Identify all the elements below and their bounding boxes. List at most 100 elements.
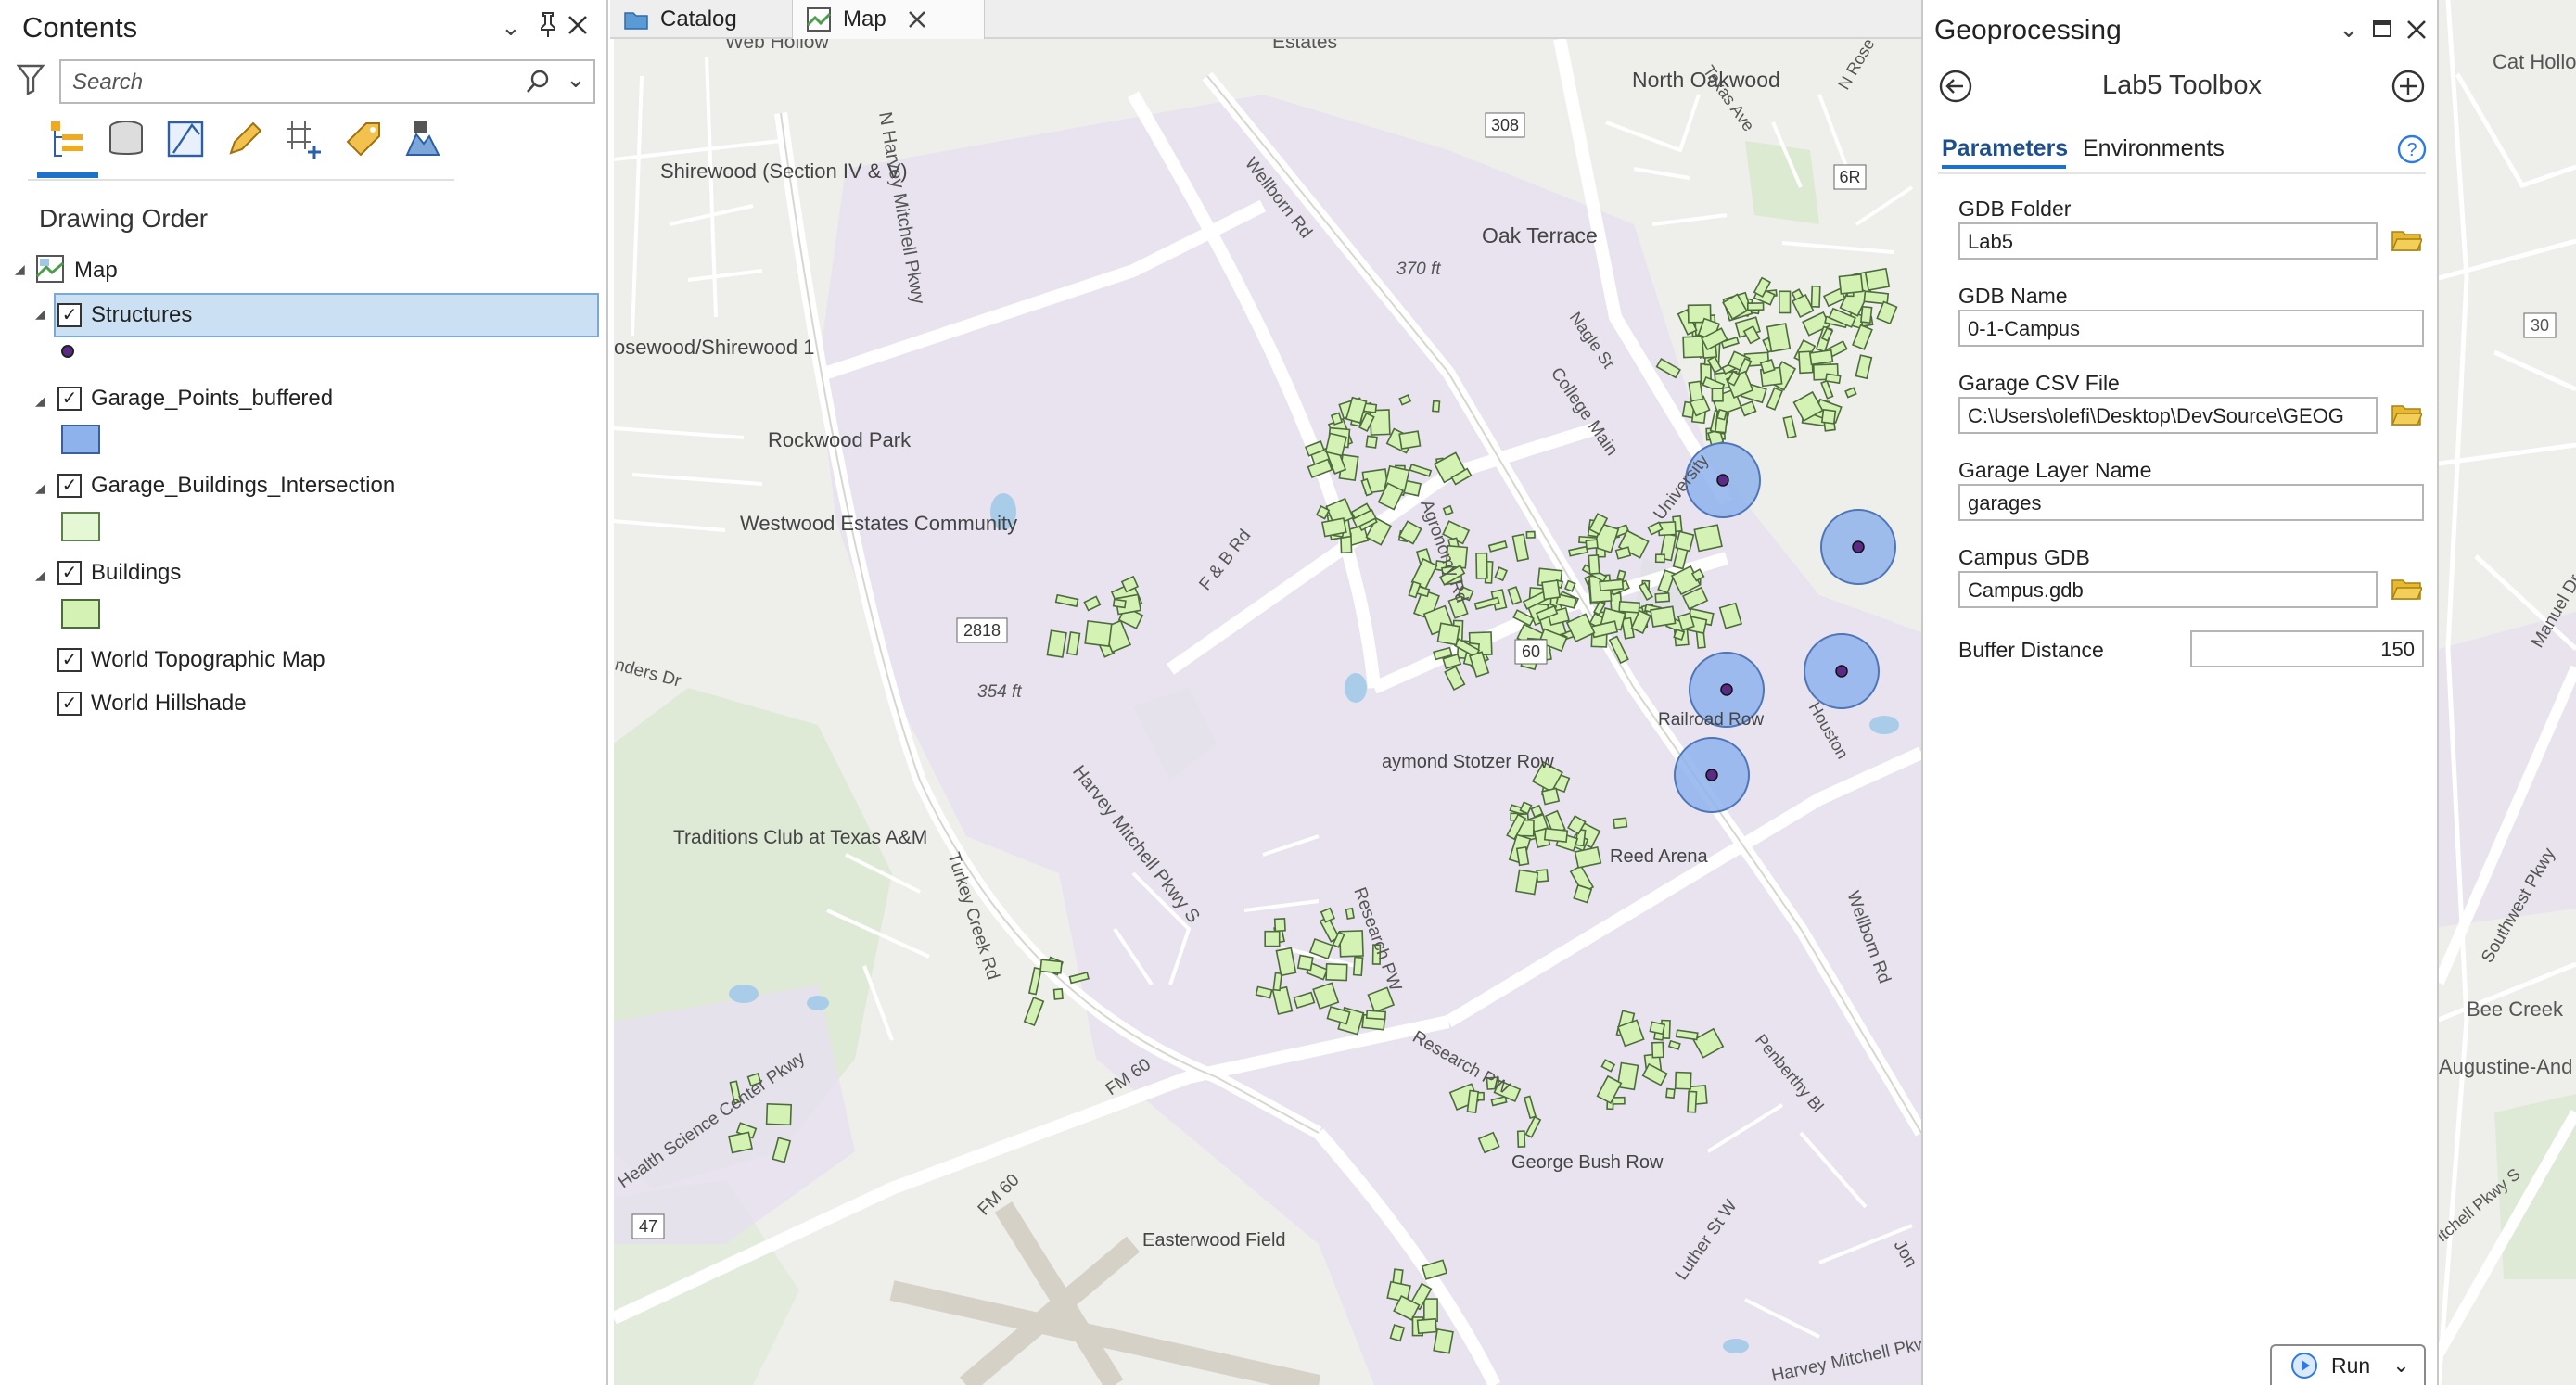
run-button[interactable]: Run ⌄ [2270,1344,2426,1385]
garage-buffer[interactable] [1820,509,1896,585]
garage-buffer[interactable] [1674,737,1750,813]
building-footprint[interactable] [1687,1090,1698,1113]
building-footprint[interactable] [1852,324,1873,350]
garage-layer-name-input[interactable]: garages [1958,484,2424,521]
building-footprint[interactable] [1466,1089,1480,1113]
building-footprint[interactable] [1320,517,1347,538]
building-footprint[interactable] [1324,432,1347,457]
building-footprint[interactable] [1536,869,1549,883]
building-footprint[interactable] [1665,1087,1676,1099]
close-pane-icon[interactable] [566,13,590,42]
pane-options-chevron-icon[interactable]: ⌄ [2339,15,2359,44]
browse-folder-icon[interactable] [2391,577,2424,605]
building-footprint[interactable] [1649,1021,1666,1036]
building-footprint[interactable] [1675,530,1695,553]
list-by-labeling-icon[interactable] [339,115,388,163]
list-by-snapping-icon[interactable] [280,115,328,163]
building-footprint[interactable] [1716,408,1728,421]
world-topographic-map-visibility-checkbox[interactable]: ✓ [57,648,82,672]
garage-points-buffered-symbol-icon[interactable] [61,425,100,454]
building-footprint[interactable] [1766,387,1784,411]
building-footprint[interactable] [1475,552,1488,579]
campus-gdb-input[interactable]: Campus.gdb [1958,571,2378,608]
building-footprint[interactable] [1651,1041,1664,1059]
browse-folder-icon[interactable] [2391,228,2424,257]
building-footprint[interactable] [1325,962,1348,982]
building-footprint[interactable] [1688,380,1704,402]
gdb-name-input[interactable]: 0-1-Campus [1958,310,2424,347]
expand-garage-points-triangle-icon[interactable]: ◢ [35,393,45,409]
tab-map[interactable]: Map [792,0,985,39]
building-footprint[interactable] [1674,1071,1692,1090]
map-canvas[interactable]: 308 6R 2818 60 47 Web Hollow Estates Nor… [614,39,1921,1385]
building-footprint[interactable] [1864,267,1891,291]
building-footprint[interactable] [1084,619,1113,647]
building-footprint[interactable] [1711,388,1724,402]
close-pane-icon[interactable] [2405,19,2428,45]
close-map-tab-icon[interactable] [907,9,927,30]
garage-point[interactable] [1852,540,1865,553]
add-tool-plus-icon[interactable] [2391,69,2426,108]
building-footprint[interactable] [1860,305,1873,324]
buildings-symbol-icon[interactable] [61,599,100,629]
building-footprint[interactable] [1436,622,1460,646]
structures-visibility-checkbox[interactable]: ✓ [57,303,82,327]
building-footprint[interactable] [1654,592,1671,604]
help-question-icon[interactable]: ? [2396,133,2428,170]
garage-buildings-intersection-symbol-icon[interactable] [61,512,100,541]
building-footprint[interactable] [1876,300,1898,325]
garage-buildings-intersection-visibility-checkbox[interactable]: ✓ [57,474,82,498]
run-options-chevron-icon[interactable]: ⌄ [2392,1353,2409,1378]
building-footprint[interactable] [1543,827,1569,844]
building-footprint[interactable] [1844,387,1857,399]
building-footprint[interactable] [1855,354,1873,380]
layer-name-structures[interactable]: Structures [91,302,192,328]
search-icon[interactable] [525,69,551,99]
building-footprint[interactable] [1515,845,1530,867]
gdb-folder-input[interactable]: Lab5 [1958,222,2378,260]
building-footprint[interactable] [1296,954,1314,972]
building-footprint[interactable] [1416,1317,1438,1335]
building-footprint[interactable] [1746,302,1765,311]
map-view-right-edge[interactable]: Cat Hollo 30 Manuel Dr Southwest Pkwy Be… [2439,0,2576,1385]
expand-structures-triangle-icon[interactable]: ◢ [35,306,45,322]
building-footprint[interactable] [1398,430,1422,450]
building-footprint[interactable] [1693,524,1723,553]
building-footprint[interactable] [1759,358,1776,375]
building-footprint[interactable] [1273,918,1286,933]
building-footprint[interactable] [1588,553,1600,575]
building-footprint[interactable] [1525,530,1536,539]
building-footprint[interactable] [1824,373,1842,385]
building-footprint[interactable] [1442,504,1454,516]
building-footprint[interactable] [1654,553,1665,564]
map-view[interactable]: 308 6R 2818 60 47 Web Hollow Estates Nor… [614,39,1921,1385]
search-input[interactable]: Search [72,70,143,95]
building-footprint[interactable] [1673,629,1686,641]
search-box[interactable]: Search ⌄ [59,59,595,104]
tab-catalog[interactable]: Catalog [623,0,737,39]
building-footprint[interactable] [1422,1298,1438,1323]
filter-icon[interactable] [16,63,45,101]
building-footprint[interactable] [1369,409,1391,436]
expand-map-triangle-icon[interactable]: ◢ [15,261,25,277]
maximize-icon[interactable] [2372,19,2392,44]
building-footprint[interactable] [1352,956,1364,977]
building-footprint[interactable] [1264,930,1281,947]
tab-environments[interactable]: Environments [2083,135,2225,162]
layer-name-world-topographic-map[interactable]: World Topographic Map [91,647,325,673]
browse-folder-icon[interactable] [2391,402,2424,431]
building-footprint[interactable] [1541,787,1561,806]
garage-csv-file-input[interactable]: C:\Users\olefi\Desktop\DevSource\GEOG [1958,397,2378,434]
building-footprint[interactable] [1820,379,1834,400]
garage-point[interactable] [1705,769,1718,781]
building-footprint[interactable] [1112,598,1127,609]
building-footprint[interactable] [1039,959,1063,974]
list-by-drawing-order-icon[interactable] [43,115,91,163]
garage-points-buffered-visibility-checkbox[interactable]: ✓ [57,387,82,411]
expand-garage-buildings-triangle-icon[interactable]: ◢ [35,480,45,496]
building-footprint[interactable] [1616,569,1626,581]
building-footprint[interactable] [1613,817,1628,830]
garage-point[interactable] [1720,683,1733,696]
building-footprint[interactable] [1433,1328,1454,1354]
map-tree-label[interactable]: Map [74,258,118,284]
